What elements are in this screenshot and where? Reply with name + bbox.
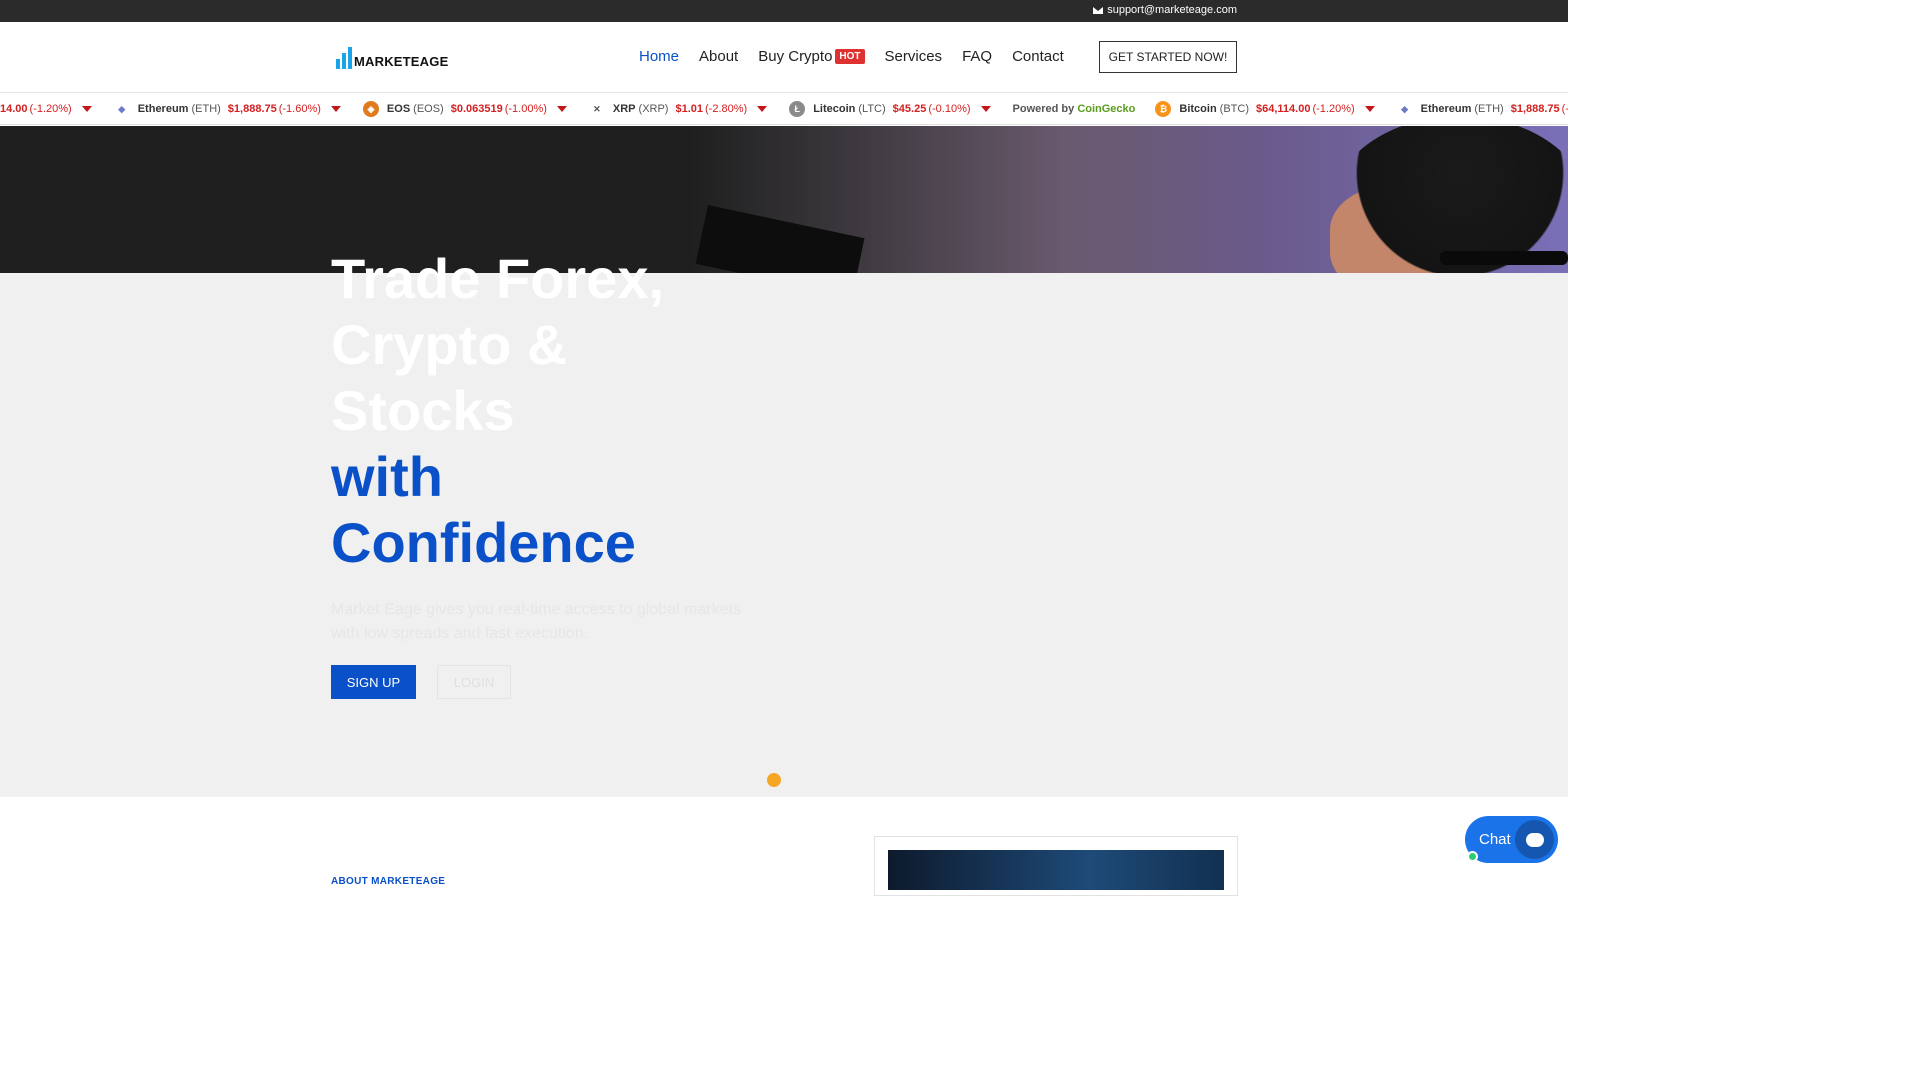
down-arrow-icon — [1364, 106, 1375, 112]
ticker-price: $45.25 — [892, 103, 927, 115]
hero-subtext: Market Eage gives you real-time access t… — [331, 601, 741, 642]
ticker-change: (-1.60%) — [278, 103, 321, 115]
support-email[interactable]: support@marketeage.com — [1107, 4, 1237, 16]
down-arrow-icon — [980, 106, 991, 112]
headline-line: Stocks — [331, 379, 515, 442]
down-arrow-icon — [81, 106, 92, 112]
ticker-item[interactable]: 14.00 (-1.20%) — [0, 103, 92, 115]
nav-buy-crypto-label: Buy Crypto — [758, 48, 833, 65]
top-bar: support@marketeage.com — [0, 0, 1568, 22]
headline-line: Crypto & — [331, 313, 568, 376]
ethereum-icon: ◆ — [1401, 103, 1409, 114]
ticker-item[interactable]: ✕ XRP (XRP) $1.01 (-2.80%) — [589, 101, 768, 117]
ticker-price: $1.01 — [675, 103, 704, 115]
ticker-price: $1,888.75 — [1510, 103, 1560, 115]
down-arrow-icon — [556, 106, 567, 112]
ticker-item[interactable]: ◆ Ethereum(ETH) $1,888.75(-1.60%) — [1397, 101, 1568, 117]
site-header: MARKETEAGE Home About Buy Crypto HOT Ser… — [0, 22, 1568, 93]
nav-about[interactable]: About — [699, 48, 738, 65]
ticker-price: $1,888.75 — [227, 103, 277, 115]
coingecko-brand: CoinGecko — [1077, 103, 1136, 115]
powered-by-coingecko[interactable]: Powered by CoinGecko — [1013, 103, 1136, 115]
eos-icon: ◈ — [362, 101, 379, 117]
ticker-coin-name: Ethereum — [1420, 103, 1472, 115]
envelope-icon — [1093, 6, 1104, 14]
litecoin-icon: Ł — [789, 101, 806, 117]
down-arrow-icon — [330, 106, 341, 112]
down-arrow-icon — [757, 106, 768, 112]
crypto-ticker: 14.00 (-1.20%) ◆ Ethereum (ETH) $1,888.75 (-1.… — [0, 93, 1568, 125]
nav-home[interactable]: Home — [639, 48, 679, 65]
ethereum-icon: ◆ — [118, 103, 126, 114]
ticker-item[interactable]: ₿ Bitcoin (BTC) $64,114.00 (-1.20%) — [1155, 101, 1375, 117]
slider-dot[interactable] — [767, 773, 781, 787]
sign-up-button[interactable]: SIGN UP — [331, 665, 416, 699]
login-button[interactable]: LOGIN — [437, 665, 511, 699]
ticker-price: $64,114.00 — [1256, 103, 1311, 115]
ticker-coin-name: XRP — [612, 103, 636, 115]
hero-headline: Trade Forex, Crypto & Stocks with Confid… — [331, 246, 664, 576]
chat-bubble-icon — [1515, 820, 1554, 859]
support-email-link[interactable]: support@marketeage.com — [1093, 4, 1237, 16]
nav-about-label: About — [699, 48, 739, 65]
ticker-coin-name: Bitcoin — [1179, 103, 1217, 115]
headline-line: Trade Forex, — [331, 247, 665, 310]
hot-badge: HOT — [835, 49, 865, 64]
nav-home-label: Home — [639, 48, 680, 65]
ticker-coin-name: EOS — [386, 103, 411, 115]
nav-services-label: Services — [884, 48, 943, 65]
ticker-coin-symbol: (ETH) — [191, 103, 221, 115]
about-section-label: ABOUT MARKETEAGE — [331, 876, 446, 887]
ticker-price: $0.063519 — [450, 103, 503, 115]
nav-faq[interactable]: FAQ — [962, 48, 992, 65]
ticker-coin-symbol: (EOS) — [413, 103, 444, 115]
ticker-item[interactable]: ◈ EOS (EOS) $0.063519 (-1.00%) — [362, 101, 567, 117]
ticker-item[interactable]: Ł Litecoin (LTC) $45.25 (-0.10%) — [789, 101, 991, 117]
about-image-card — [874, 836, 1238, 896]
online-status-indicator — [1467, 851, 1478, 862]
ticker-change: (-1.20%) — [1312, 103, 1355, 115]
ticker-coin-symbol: (LTC) — [858, 103, 886, 115]
hero-section: Trade Forex, Crypto & Stocks with Confid… — [0, 126, 1568, 797]
chat-label: Chat — [1479, 831, 1511, 848]
nav-contact-label: Contact — [1012, 48, 1064, 65]
ticker-change: (-1.60%) — [1561, 103, 1568, 115]
ticker-track: 14.00 (-1.20%) ◆ Ethereum (ETH) $1,888.75 (-1.… — [0, 93, 1568, 124]
bitcoin-icon: ₿ — [1155, 101, 1172, 117]
ticker-coin-symbol: (BTC) — [1219, 103, 1249, 115]
main-nav: Home About Buy Crypto HOT Services FAQ C… — [639, 48, 1064, 65]
headline-line-highlight: with — [331, 445, 443, 508]
logo-text: MARKETEAGE — [354, 54, 449, 69]
ticker-coin-symbol: (XRP) — [638, 103, 669, 115]
nav-services[interactable]: Services — [885, 48, 943, 65]
ticker-price: 14.00 — [0, 103, 28, 115]
ticker-coin-symbol: (ETH) — [1474, 103, 1504, 115]
ticker-item[interactable]: ◆ Ethereum(ETH) $1,888.75(-1.60%) — [114, 101, 341, 117]
ticker-change: (-2.80%) — [705, 103, 748, 115]
ticker-change: (-0.10%) — [928, 103, 971, 115]
nav-buy-crypto[interactable]: Buy Crypto HOT — [758, 48, 865, 65]
get-started-button[interactable]: GET STARTED NOW! — [1099, 41, 1237, 73]
about-image — [888, 850, 1224, 890]
nav-faq-label: FAQ — [962, 48, 993, 65]
headline-line-highlight: Confidence — [331, 511, 636, 574]
logo-chart-icon — [336, 45, 352, 69]
ticker-change: (-1.20%) — [29, 103, 72, 115]
hero-background-image — [0, 126, 1568, 273]
ticker-coin-name: Litecoin — [813, 103, 856, 115]
site-logo[interactable]: MARKETEAGE — [336, 45, 448, 69]
nav-contact[interactable]: Contact — [1012, 48, 1064, 65]
chat-widget-button[interactable]: Chat — [1465, 816, 1558, 863]
ticker-coin-name: Ethereum — [137, 103, 189, 115]
ticker-change: (-1.00%) — [504, 103, 547, 115]
xrp-icon: ✕ — [593, 103, 601, 114]
